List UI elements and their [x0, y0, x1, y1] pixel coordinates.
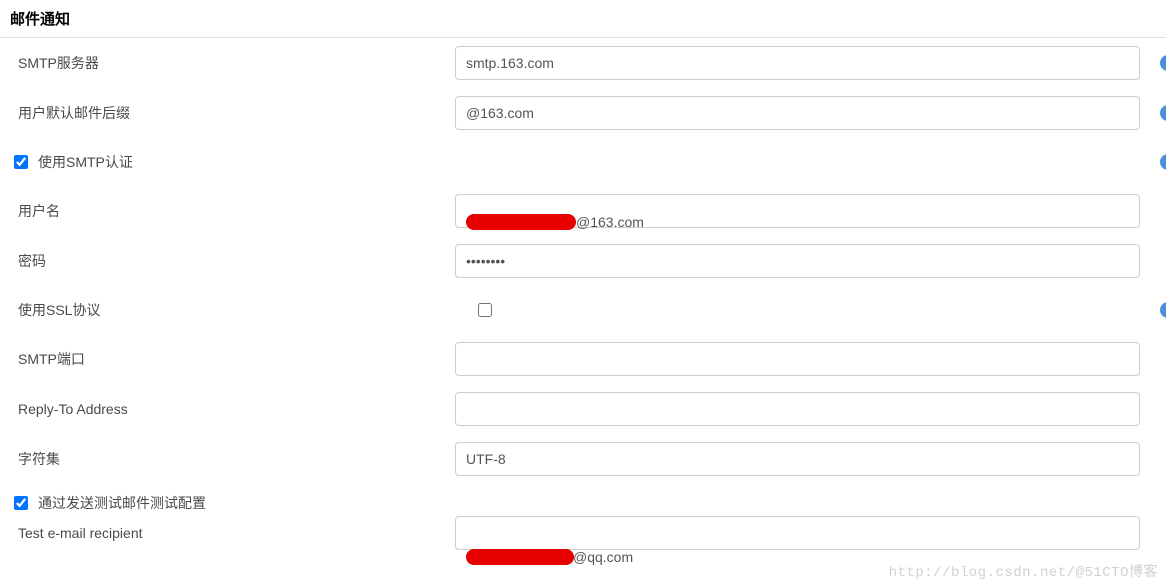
input-test-recipient[interactable] [455, 516, 1140, 550]
watermark-text: http://blog.csdn.net/@51CTO博客 [889, 561, 1158, 581]
input-smtp-server[interactable] [455, 46, 1140, 80]
label-charset: 字符集 [10, 449, 455, 469]
input-default-suffix[interactable] [455, 96, 1140, 130]
email-notification-form: SMTP服务器 用户默认邮件后缀 使用SMTP认证 用户名 密码 [0, 38, 1166, 558]
label-use-ssl: 使用SSL协议 [10, 300, 455, 320]
input-smtp-port[interactable] [455, 342, 1140, 376]
input-reply-to[interactable] [455, 392, 1140, 426]
label-reply-to: Reply-To Address [10, 401, 455, 417]
help-icon[interactable] [1160, 105, 1166, 121]
row-default-suffix: 用户默认邮件后缀 [0, 88, 1166, 138]
redaction-mark [466, 549, 574, 565]
row-use-smtp-auth: 使用SMTP认证 [0, 138, 1166, 186]
label-default-suffix: 用户默认邮件后缀 [10, 103, 455, 123]
help-icon[interactable] [1160, 302, 1166, 318]
label-smtp-server: SMTP服务器 [10, 53, 455, 73]
section-title: 邮件通知 [0, 0, 1166, 38]
label-use-smtp-auth: 使用SMTP认证 [38, 152, 133, 172]
row-password: 密码 [0, 236, 1166, 286]
help-icon[interactable] [1160, 55, 1166, 71]
checkbox-test-config[interactable] [14, 496, 28, 510]
row-smtp-port: SMTP端口 [0, 334, 1166, 384]
input-charset[interactable] [455, 442, 1140, 476]
label-password: 密码 [10, 251, 455, 271]
row-use-ssl: 使用SSL协议 [0, 286, 1166, 334]
help-icon[interactable] [1160, 154, 1166, 170]
row-test-recipient: Test e-mail recipient [0, 516, 1166, 558]
redaction-mark [466, 214, 576, 230]
row-smtp-server: SMTP服务器 [0, 38, 1166, 88]
row-charset: 字符集 [0, 434, 1166, 484]
row-username: 用户名 [0, 186, 1166, 236]
checkbox-use-ssl[interactable] [478, 303, 492, 317]
row-reply-to: Reply-To Address [0, 384, 1166, 434]
label-test-config: 通过发送测试邮件测试配置 [38, 493, 206, 513]
input-password[interactable] [455, 244, 1140, 278]
label-smtp-port: SMTP端口 [10, 349, 455, 369]
label-test-recipient: Test e-mail recipient [10, 525, 455, 541]
label-username: 用户名 [10, 201, 455, 221]
row-test-config: 通过发送测试邮件测试配置 [0, 484, 1166, 516]
checkbox-use-smtp-auth[interactable] [14, 155, 28, 169]
